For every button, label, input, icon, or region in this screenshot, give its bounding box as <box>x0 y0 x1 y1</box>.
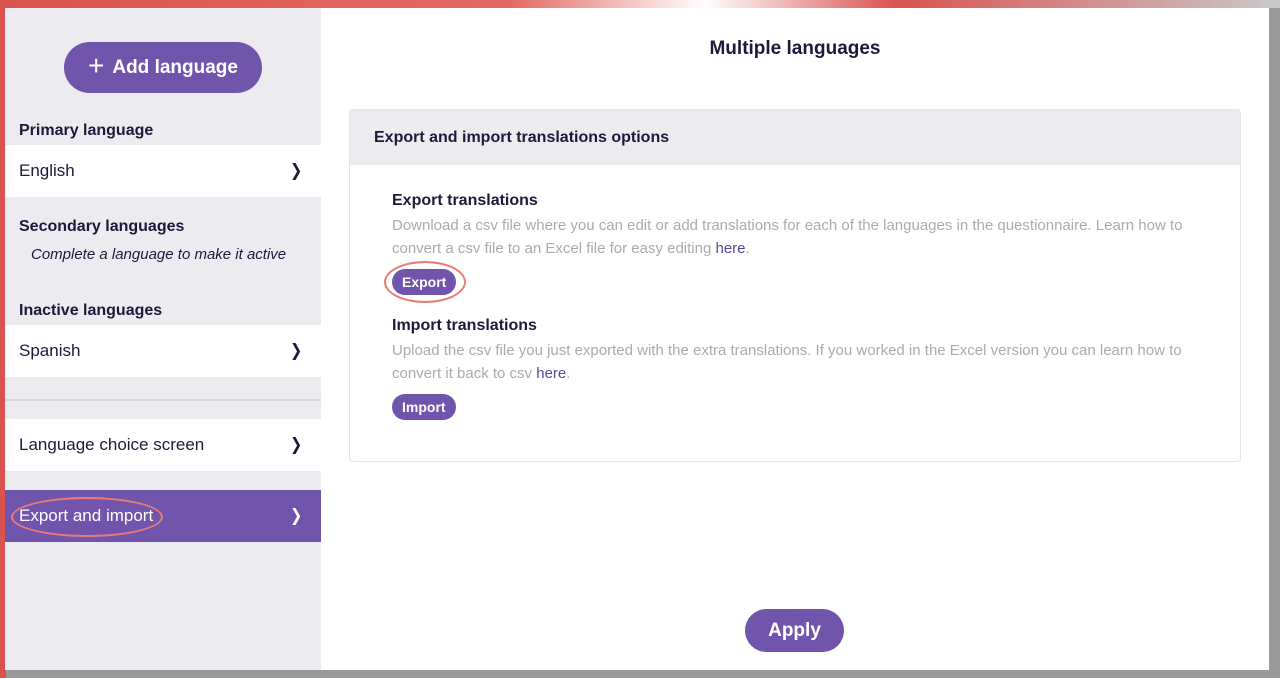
export-import-card: Export and import translations options E… <box>349 109 1241 462</box>
page-title: Multiple languages <box>709 38 881 59</box>
export-translations-title: Export translations <box>392 192 538 209</box>
sidebar-item-label: Language choice screen <box>19 435 205 454</box>
export-description: Download a csv file where you can edit o… <box>392 214 1212 260</box>
sidebar-item-language-choice-screen[interactable]: Language choice screen ❯ <box>5 419 321 471</box>
card-header: Export and import translations options <box>350 110 1240 165</box>
language-sidebar: + Add language Primary language English … <box>5 8 321 670</box>
chevron-right-icon: ❯ <box>289 341 302 360</box>
sidebar-item-spanish[interactable]: Spanish ❯ <box>5 325 321 377</box>
add-language-button[interactable]: + Add language <box>64 42 262 93</box>
chevron-right-icon: ❯ <box>289 435 302 454</box>
add-language-label: Add language <box>112 56 238 78</box>
sidebar-item-label: English <box>19 161 75 180</box>
primary-language-heading: Primary language <box>19 122 154 139</box>
import-translations-title: Import translations <box>392 317 537 334</box>
sidebar-divider <box>5 399 321 401</box>
sidebar-item-label: Spanish <box>19 341 81 360</box>
export-description-text: Download a csv file where you can edit o… <box>392 217 1183 257</box>
chevron-right-icon: ❯ <box>289 506 302 525</box>
secondary-languages-heading: Secondary languages <box>19 218 185 235</box>
import-description: Upload the csv file you just exported wi… <box>392 339 1212 385</box>
export-description-suffix: . <box>745 240 750 257</box>
backdrop-header-strip <box>0 0 1280 8</box>
inactive-languages-heading: Inactive languages <box>19 302 163 319</box>
highlight-ring <box>11 497 163 537</box>
sidebar-item-english[interactable]: English ❯ <box>5 145 321 197</box>
import-help-link[interactable]: here <box>536 365 566 382</box>
import-description-suffix: . <box>566 365 571 382</box>
export-help-link[interactable]: here <box>716 240 746 257</box>
import-button[interactable]: Import <box>392 394 456 420</box>
highlight-ring <box>384 261 466 303</box>
import-description-text: Upload the csv file you just exported wi… <box>392 342 1182 382</box>
plus-icon: + <box>88 50 105 81</box>
secondary-languages-hint: Complete a language to make it active <box>31 246 287 263</box>
apply-button[interactable]: Apply <box>745 609 844 652</box>
languages-modal: + Add language Primary language English … <box>5 8 1269 670</box>
chevron-right-icon: ❯ <box>289 161 302 180</box>
